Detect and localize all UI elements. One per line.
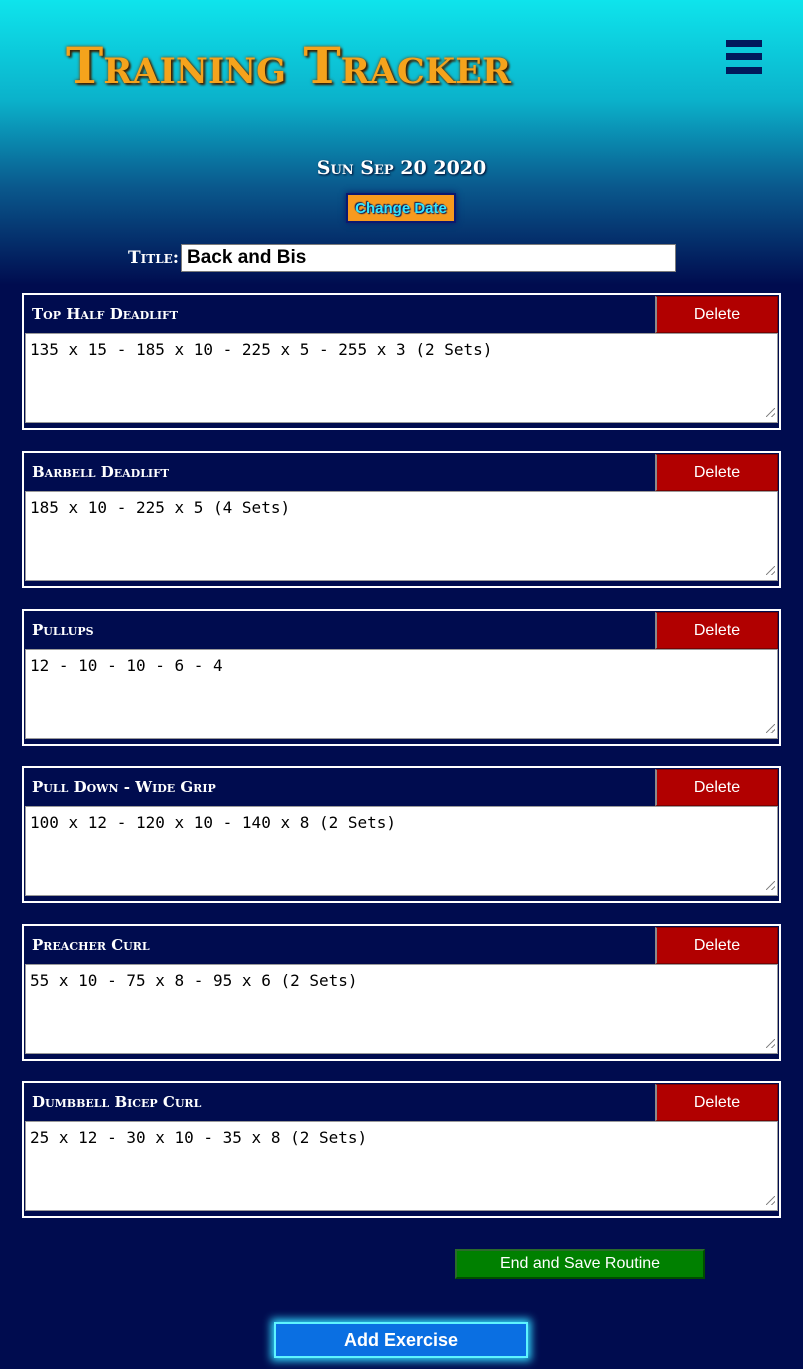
delete-exercise-button[interactable]: Delete <box>655 296 778 333</box>
exercise-card: Pullups Delete 12 - 10 - 10 - 6 - 4 <box>22 609 781 746</box>
resize-grip-icon[interactable] <box>766 566 775 575</box>
exercise-card: Dumbbell Bicep Curl Delete 25 x 12 - 30 … <box>22 1081 781 1218</box>
delete-exercise-button[interactable]: Delete <box>655 612 778 649</box>
exercise-card: Preacher Curl Delete 55 x 10 - 75 x 8 - … <box>22 924 781 1061</box>
exercise-card: Top Half Deadlift Delete 135 x 15 - 185 … <box>22 293 781 430</box>
exercise-name: Top Half Deadlift <box>32 305 179 323</box>
exercise-name: Pullups <box>32 621 94 639</box>
exercise-notes-textarea[interactable]: 185 x 10 - 225 x 5 (4 Sets) <box>25 491 778 581</box>
exercise-name: Pull Down - Wide Grip <box>32 778 216 796</box>
exercise-notes-textarea[interactable]: 135 x 15 - 185 x 10 - 225 x 5 - 255 x 3 … <box>25 333 778 423</box>
exercise-notes-textarea[interactable]: 100 x 12 - 120 x 10 - 140 x 8 (2 Sets) <box>25 806 778 896</box>
resize-grip-icon[interactable] <box>766 881 775 890</box>
menu-bar-line <box>726 40 762 47</box>
delete-exercise-button[interactable]: Delete <box>655 927 778 964</box>
header: Training Tracker Sun Sep 20 2020 Change … <box>0 0 803 285</box>
exercise-name: Barbell Deadlift <box>32 463 170 481</box>
menu-bar-line <box>726 53 762 60</box>
delete-exercise-button[interactable]: Delete <box>655 769 778 806</box>
exercise-notes-textarea[interactable]: 12 - 10 - 10 - 6 - 4 <box>25 649 778 739</box>
exercise-notes-textarea[interactable]: 55 x 10 - 75 x 8 - 95 x 6 (2 Sets) <box>25 964 778 1054</box>
change-date-button[interactable]: Change Date <box>346 193 456 223</box>
exercise-name: Preacher Curl <box>32 936 150 954</box>
delete-exercise-button[interactable]: Delete <box>655 1084 778 1121</box>
exercise-name: Dumbbell Bicep Curl <box>32 1093 202 1111</box>
exercise-card: Barbell Deadlift Delete 185 x 10 - 225 x… <box>22 451 781 588</box>
resize-grip-icon[interactable] <box>766 1196 775 1205</box>
resize-grip-icon[interactable] <box>766 408 775 417</box>
resize-grip-icon[interactable] <box>766 1039 775 1048</box>
session-date: Sun Sep 20 2020 <box>316 157 487 179</box>
exercise-card: Pull Down - Wide Grip Delete 100 x 12 - … <box>22 766 781 903</box>
add-exercise-button[interactable]: Add Exercise <box>274 1322 528 1358</box>
resize-grip-icon[interactable] <box>766 724 775 733</box>
exercise-notes-textarea[interactable]: 25 x 12 - 30 x 10 - 35 x 8 (2 Sets) <box>25 1121 778 1211</box>
title-label: Title: <box>128 248 180 268</box>
delete-exercise-button[interactable]: Delete <box>655 454 778 491</box>
hamburger-menu-icon[interactable] <box>726 40 762 86</box>
menu-bar-line <box>726 67 762 74</box>
title-input[interactable] <box>181 244 676 272</box>
app-title: Training Tracker <box>66 36 511 95</box>
end-and-save-routine-button[interactable]: End and Save Routine <box>455 1249 705 1279</box>
